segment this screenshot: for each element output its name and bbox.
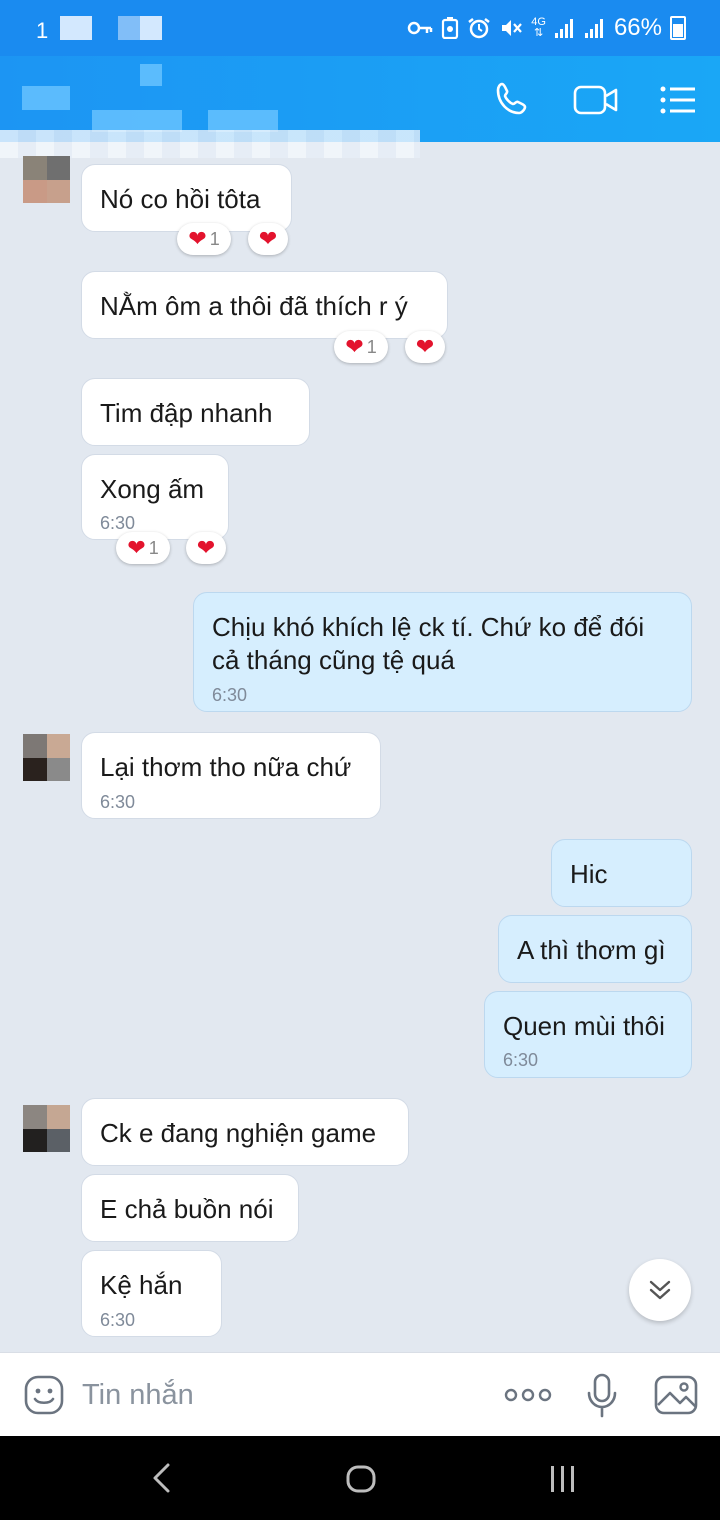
- message-bubble[interactable]: Hic: [551, 839, 692, 907]
- pixelated-area: [140, 16, 162, 40]
- message-list[interactable]: Nó co hồi tôta ❤ 1 ❤ NẰm ôm a thôi đã thí…: [0, 142, 720, 1352]
- message-text: NẰm ôm a thôi đã thích r ý: [100, 291, 408, 321]
- message-text: Chịu khó khích lệ ck tí. Chứ ko để đói: [212, 612, 645, 642]
- home-icon[interactable]: [345, 1464, 377, 1494]
- status-icons: 4G ⇅ 66%: [407, 14, 686, 42]
- message-bubble[interactable]: Ck e đang nghiện game: [81, 1098, 409, 1166]
- battery-percent: 66%: [613, 14, 662, 41]
- pixelated-contact-name: [92, 110, 182, 132]
- menu-icon[interactable]: [660, 86, 696, 114]
- message-text: A thì thơm gì: [517, 935, 666, 965]
- microphone-icon[interactable]: [586, 1373, 618, 1419]
- data-arrows-icon: ⇅: [534, 27, 544, 39]
- reaction-summary[interactable]: ❤ 1: [334, 331, 388, 363]
- signal-icon: [584, 19, 603, 38]
- message-text: Hic: [570, 859, 608, 889]
- reaction-summary[interactable]: ❤ 1: [116, 532, 170, 564]
- message-bubble[interactable]: Tim đập nhanh: [81, 378, 310, 446]
- message-time: 6:30: [100, 513, 136, 533]
- heart-icon: ❤: [196, 535, 216, 560]
- message-text: Lại thơm tho nữa chứ: [100, 752, 352, 782]
- message-text: E chả buồn nói: [100, 1194, 274, 1224]
- message-text: Tim đập nhanh: [100, 398, 273, 428]
- react-heart-button[interactable]: ❤: [248, 223, 288, 255]
- message-input-bar: Tin nhắn: [0, 1352, 720, 1437]
- message-bubble[interactable]: A thì thơm gì: [498, 915, 692, 983]
- emoji-icon[interactable]: [24, 1375, 64, 1415]
- network-type: 4G ⇅: [531, 17, 546, 39]
- battery-saver-icon: [442, 17, 459, 39]
- message-text: Ck e đang nghiện game: [100, 1118, 377, 1148]
- back-icon[interactable]: [150, 1462, 172, 1494]
- heart-icon: ❤: [258, 226, 278, 251]
- reaction-count: 1: [366, 336, 377, 357]
- avatar[interactable]: [23, 734, 70, 781]
- double-chevron-down-icon: [649, 1280, 671, 1300]
- avatar[interactable]: [23, 1105, 70, 1152]
- phone-icon[interactable]: [494, 81, 530, 117]
- key-icon: [408, 21, 433, 35]
- avatar[interactable]: [23, 156, 70, 203]
- message-time: 6:30: [100, 792, 136, 812]
- pixelated-area: [118, 16, 140, 40]
- reaction-summary[interactable]: ❤ 1: [177, 223, 231, 255]
- heart-icon: ❤: [415, 334, 435, 359]
- message-bubble[interactable]: Chịu khó khích lệ ck tí. Chứ ko để đói c…: [193, 592, 692, 712]
- battery-icon: [670, 16, 686, 40]
- message-text: Xong ấm: [100, 474, 205, 504]
- message-time: 6:30: [212, 685, 248, 705]
- status-time: 1: [36, 18, 50, 43]
- message-bubble[interactable]: Quen mùi thôi 6:30: [484, 991, 692, 1078]
- message-bubble[interactable]: Nó co hồi tôta: [81, 164, 292, 232]
- status-bar: 1 4G ⇅ 66%: [0, 0, 720, 56]
- message-time: 6:30: [503, 1050, 539, 1070]
- react-heart-button[interactable]: ❤: [405, 331, 445, 363]
- message-bubble[interactable]: NẰm ôm a thôi đã thích r ý: [81, 271, 448, 339]
- message-bubble[interactable]: Kệ hắn 6:30: [81, 1250, 222, 1337]
- scroll-to-bottom-button[interactable]: [629, 1259, 691, 1321]
- heart-icon: ❤: [127, 535, 146, 560]
- pixelated-contact-name: [208, 110, 278, 132]
- mute-icon: [502, 20, 523, 36]
- message-bubble[interactable]: Lại thơm tho nữa chứ 6:30: [81, 732, 381, 819]
- message-text: cả tháng cũng tệ quá: [212, 645, 455, 675]
- pixelated-area: [60, 16, 92, 40]
- reaction-count: 1: [209, 228, 220, 249]
- message-time: 6:30: [100, 1310, 136, 1330]
- recent-apps-icon[interactable]: [548, 1464, 578, 1494]
- heart-icon: ❤: [188, 226, 207, 251]
- reaction-count: 1: [148, 537, 159, 558]
- alarm-icon: [468, 18, 491, 39]
- message-bubble[interactable]: Xong ấm 6:30: [81, 454, 229, 540]
- react-heart-button[interactable]: ❤: [186, 532, 226, 564]
- message-input[interactable]: Tin nhắn: [82, 1379, 194, 1412]
- image-icon[interactable]: [654, 1375, 698, 1415]
- heart-icon: ❤: [345, 334, 364, 359]
- video-camera-icon[interactable]: [573, 84, 619, 116]
- pixelated-contact-name: [22, 86, 70, 110]
- system-navigation-bar: [0, 1436, 720, 1520]
- message-bubble[interactable]: E chả buồn nói: [81, 1174, 299, 1242]
- message-text: Quen mùi thôi: [503, 1011, 665, 1041]
- message-text: Nó co hồi tôta: [100, 184, 261, 214]
- pixelated-contact-name: [140, 64, 162, 86]
- signal-icon: [554, 19, 573, 38]
- more-options-icon[interactable]: [504, 1387, 552, 1403]
- message-text: Kệ hắn: [100, 1270, 183, 1300]
